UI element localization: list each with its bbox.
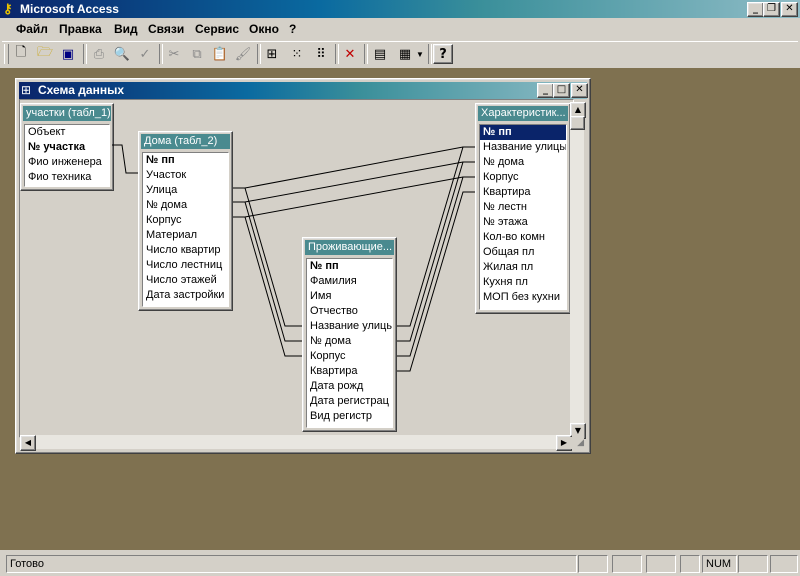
field-item[interactable]: Название улицы <box>307 319 392 334</box>
field-item[interactable]: Фио инженера <box>25 155 109 170</box>
dropdown-arrow-icon[interactable]: ▼ <box>416 50 424 59</box>
field-item[interactable]: Число лестниц <box>143 258 228 273</box>
status-panel <box>612 555 642 573</box>
toolbar-grip[interactable] <box>4 44 9 64</box>
format-painter-icon[interactable]: 🖌 <box>232 44 254 64</box>
toolbar-separator <box>83 44 87 64</box>
relationships-icon: ⊞ <box>21 83 32 97</box>
field-item-selected[interactable]: № пп <box>480 125 566 140</box>
table-title[interactable]: участки (табл_1) <box>23 106 111 121</box>
app-title-bar: ⚷ Microsoft Access _ ❐ ✕ <box>0 0 800 18</box>
field-item[interactable]: Корпус <box>480 170 566 185</box>
delete-icon[interactable]: ✕ <box>339 44 361 64</box>
menu-view[interactable]: Вид <box>114 22 138 36</box>
field-item[interactable]: Вид регистр <box>307 409 392 424</box>
menu-window[interactable]: Окно <box>249 22 279 36</box>
field-item[interactable]: Название улицы <box>480 140 566 155</box>
field-item[interactable]: № участка <box>25 140 109 155</box>
table-title[interactable]: Проживающие... <box>305 240 394 255</box>
access-key-icon[interactable]: ⚷ <box>3 1 13 17</box>
field-item[interactable]: Дата регистрац <box>307 394 392 409</box>
field-item[interactable]: Фио техника <box>25 170 109 185</box>
status-panel <box>646 555 676 573</box>
field-item[interactable]: Корпус <box>143 213 228 228</box>
table-harakteristiki[interactable]: Характеристик... № пп Название улицы № д… <box>475 103 571 314</box>
field-item[interactable]: № дома <box>143 198 228 213</box>
cut-icon[interactable]: ✂ <box>163 44 185 64</box>
status-panel <box>770 555 798 573</box>
print-preview-icon[interactable]: 🔍 <box>111 44 133 64</box>
field-item[interactable]: Объект <box>25 125 109 140</box>
field-item[interactable]: Фамилия <box>307 274 392 289</box>
menu-help[interactable]: ? <box>289 22 296 36</box>
field-item[interactable]: Имя <box>307 289 392 304</box>
field-item[interactable]: Общая пл <box>480 245 566 260</box>
spelling-icon[interactable]: ✓ <box>134 44 156 64</box>
size-grip-icon[interactable]: ◢ <box>570 437 584 449</box>
field-item[interactable]: № дома <box>480 155 566 170</box>
field-item[interactable]: № этажа <box>480 215 566 230</box>
toolbar-separator <box>428 44 432 64</box>
field-item[interactable]: № пп <box>143 153 228 168</box>
save-icon[interactable]: ▣ <box>57 44 79 64</box>
close-button[interactable]: ✕ <box>781 2 798 17</box>
new-object-icon[interactable]: ▦ <box>394 44 416 64</box>
field-item[interactable]: Квартира <box>307 364 392 379</box>
new-icon[interactable]: 🗋 <box>10 44 32 64</box>
table-title[interactable]: Характеристик... <box>478 106 568 121</box>
field-item[interactable]: № дома <box>307 334 392 349</box>
print-icon[interactable]: ⎙ <box>88 44 110 64</box>
field-item[interactable]: Улица <box>143 183 228 198</box>
menu-file[interactable]: Файл <box>16 22 48 36</box>
field-item[interactable]: Материал <box>143 228 228 243</box>
scroll-left-button[interactable]: ◀ <box>20 435 36 451</box>
status-panel <box>680 555 700 573</box>
field-item[interactable]: Кухня пл <box>480 275 566 290</box>
horizontal-scrollbar[interactable] <box>20 435 570 449</box>
restore-button[interactable]: ❐ <box>763 2 780 17</box>
database-window-icon[interactable]: ▤ <box>369 44 391 64</box>
window-minimize-button[interactable]: _ <box>537 83 554 98</box>
field-item[interactable]: № пп <box>307 259 392 274</box>
toolbar-separator <box>364 44 368 64</box>
menu-service[interactable]: Сервис <box>195 22 239 36</box>
table-title[interactable]: Дома (табл_2) <box>141 134 230 149</box>
help-icon[interactable]: ? <box>433 44 453 64</box>
field-item[interactable]: Участок <box>143 168 228 183</box>
field-item[interactable]: МОП без кухни <box>480 290 566 305</box>
minimize-button[interactable]: _ <box>747 2 764 17</box>
show-direct-icon[interactable]: ⁙ <box>286 44 308 64</box>
field-item[interactable]: № лестн <box>480 200 566 215</box>
field-item[interactable]: Кол-во комн <box>480 230 566 245</box>
show-all-icon[interactable]: ⠿ <box>310 44 332 64</box>
paste-icon[interactable]: 📋 <box>209 44 231 64</box>
window-maximize-button[interactable]: □ <box>553 83 570 98</box>
field-item[interactable]: Жилая пл <box>480 260 566 275</box>
status-num: NUM <box>702 555 737 573</box>
menu-edit[interactable]: Правка <box>59 22 102 36</box>
table-doma[interactable]: Дома (табл_2) № пп Участок Улица № дома … <box>138 131 233 311</box>
table-uchastki[interactable]: участки (табл_1) Объект № участка Фио ин… <box>20 103 114 191</box>
vertical-scrollbar[interactable] <box>570 102 584 437</box>
status-panel <box>578 555 608 573</box>
field-item[interactable]: Дата рожд <box>307 379 392 394</box>
app-title: Microsoft Access <box>20 2 119 16</box>
vertical-scroll-thumb[interactable] <box>570 116 585 130</box>
open-icon[interactable]: 🗁 <box>34 44 56 64</box>
status-text: Готово <box>6 555 577 573</box>
menu-relations[interactable]: Связи <box>148 22 184 36</box>
status-panel <box>738 555 768 573</box>
field-item[interactable]: Квартира <box>480 185 566 200</box>
field-item[interactable]: Число квартир <box>143 243 228 258</box>
copy-icon[interactable]: ⧉ <box>186 44 208 64</box>
field-item[interactable]: Корпус <box>307 349 392 364</box>
field-item[interactable]: Число этажей <box>143 273 228 288</box>
show-table-icon[interactable]: ⊞ <box>261 44 283 64</box>
window-close-button[interactable]: ✕ <box>571 83 588 98</box>
field-item[interactable]: Дата застройки <box>143 288 228 303</box>
table-prozhivayushchie[interactable]: Проживающие... № пп Фамилия Имя Отчество… <box>302 237 397 432</box>
window-title: Схема данных <box>38 83 124 97</box>
field-item[interactable]: Отчество <box>307 304 392 319</box>
